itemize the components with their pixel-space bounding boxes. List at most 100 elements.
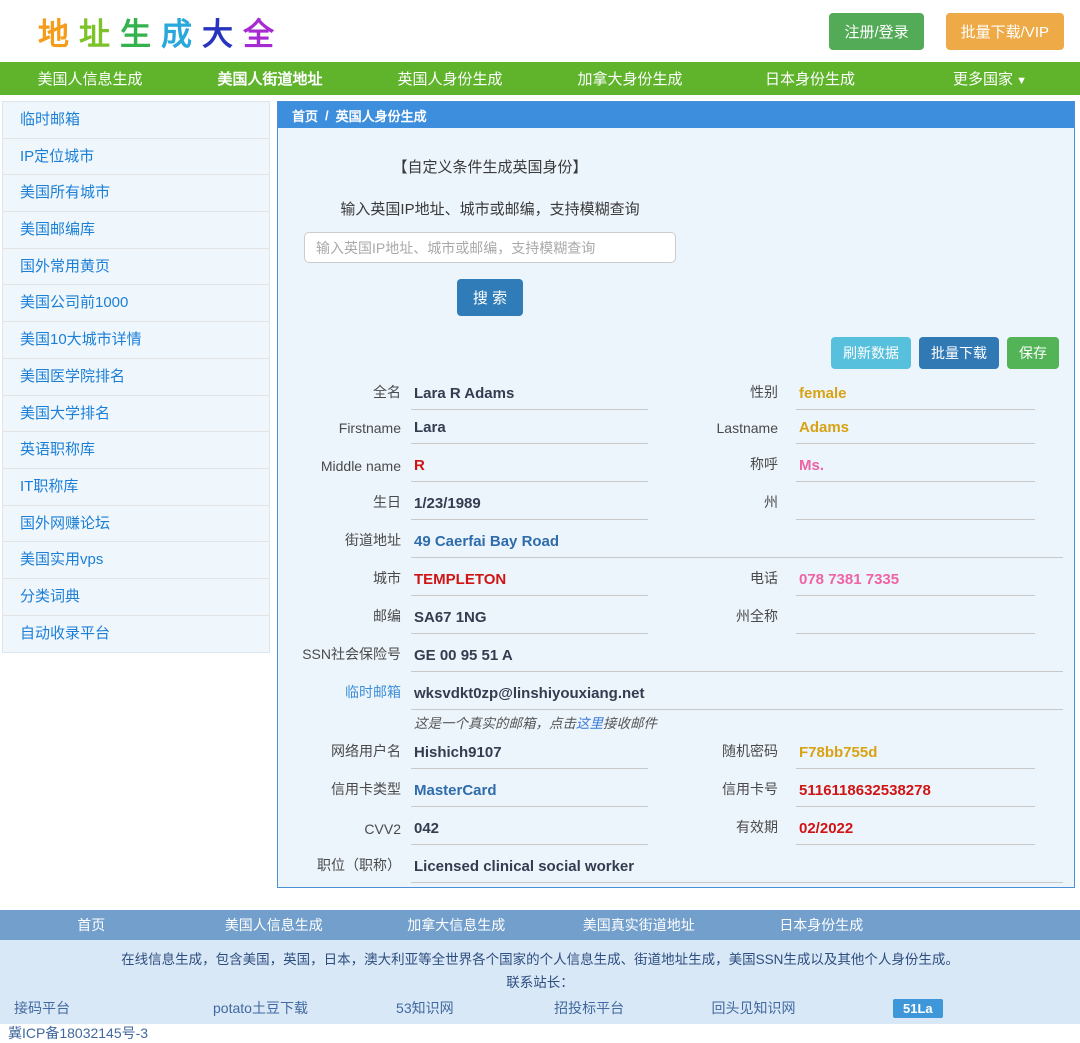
street-address-value: 49 Caerfai Bay Road <box>411 534 1063 558</box>
footer-nav-japan-identity[interactable]: 日本身份生成 <box>730 915 913 935</box>
expiry-value: 02/2022 <box>796 821 1035 845</box>
logo-char: 生 <box>120 17 161 52</box>
job-title-label: 职位（职称） <box>291 855 411 883</box>
nav-item-us-street[interactable]: 美国人街道地址 <box>180 68 360 89</box>
gender-value: female <box>796 386 1035 410</box>
main-nav: 美国人信息生成 美国人街道地址 英国人身份生成 加拿大身份生成 日本身份生成 更… <box>0 62 1080 95</box>
card-type-value: MasterCard <box>411 783 648 807</box>
footer-link-bidding[interactable]: 招投标平台 <box>507 998 671 1018</box>
sidebar-item-it-titles[interactable]: IT职称库 <box>3 469 269 506</box>
sidebar-item-english-titles[interactable]: 英语职称库 <box>3 432 269 469</box>
sidebar-item-top10-cities[interactable]: 美国10大城市详情 <box>3 322 269 359</box>
email-note-text: 接收邮件 <box>603 716 657 731</box>
logo-char: 址 <box>79 17 120 52</box>
search-button[interactable]: 搜 索 <box>457 279 523 316</box>
breadcrumb-separator: / <box>325 108 329 123</box>
sidebar-item-forums[interactable]: 国外网赚论坛 <box>3 506 269 543</box>
breadcrumb: 首页 / 英国人身份生成 <box>278 102 1074 128</box>
cvv2-value: 042 <box>411 821 648 845</box>
batch-download-vip-button[interactable]: 批量下载/VIP <box>946 13 1064 50</box>
footer-nav-home[interactable]: 首页 <box>0 915 183 935</box>
search-title: 【自定义条件生成英国身份】 <box>290 156 690 177</box>
full-name-value: Lara R Adams <box>411 386 648 410</box>
breadcrumb-current: 英国人身份生成 <box>336 106 427 125</box>
footer-link-potato[interactable]: potato土豆下载 <box>178 998 342 1018</box>
refresh-data-button[interactable]: 刷新数据 <box>831 337 911 369</box>
chevron-down-icon: ▼ <box>1016 75 1027 87</box>
footer-links: 接码平台 potato土豆下载 53知识网 招投标平台 回头见知识网 51La <box>0 998 1000 1018</box>
sidebar-item-ip-city[interactable]: IP定位城市 <box>3 139 269 176</box>
username-value: Hishich9107 <box>411 745 648 769</box>
email-note-here-link[interactable]: 这里 <box>576 716 603 731</box>
sidebar-item-top1000-companies[interactable]: 美国公司前1000 <box>3 285 269 322</box>
footer-nav-canada-info[interactable]: 加拿大信息生成 <box>365 915 548 935</box>
sidebar-item-medical-schools[interactable]: 美国医学院排名 <box>3 359 269 396</box>
form-row: 网络用户名 Hishich9107 随机密码 F78bb755d <box>291 741 1063 769</box>
form-row: 邮编 SA67 1NG 州全称 <box>291 606 1063 634</box>
icp-number: 冀ICP备18032145号-3 <box>0 1018 1080 1043</box>
content-area: 临时邮箱 IP定位城市 美国所有城市 美国邮编库 国外常用黄页 美国公司前100… <box>0 95 1080 888</box>
nav-item-us-info[interactable]: 美国人信息生成 <box>0 68 180 89</box>
sidebar-item-university-ranking[interactable]: 美国大学排名 <box>3 396 269 433</box>
city-value: TEMPLETON <box>411 572 648 596</box>
batch-download-button[interactable]: 批量下载 <box>919 337 999 369</box>
nav-more-label: 更多国家 <box>953 71 1013 88</box>
sidebar: 临时邮箱 IP定位城市 美国所有城市 美国邮编库 国外常用黄页 美国公司前100… <box>2 101 270 653</box>
form-row: CVV2 042 有效期 02/2022 <box>291 817 1063 845</box>
form-row: 街道地址 49 Caerfai Bay Road <box>291 530 1063 558</box>
nav-item-japan-identity[interactable]: 日本身份生成 <box>720 68 900 89</box>
salutation-label: 称呼 <box>648 454 796 482</box>
sidebar-item-us-vps[interactable]: 美国实用vps <box>3 542 269 579</box>
sidebar-item-us-cities[interactable]: 美国所有城市 <box>3 175 269 212</box>
footer-link-sms-platform[interactable]: 接码平台 <box>0 998 178 1018</box>
logo-char: 成 <box>161 17 202 52</box>
logo-char: 地 <box>38 17 79 52</box>
form-row: Firstname Lara Lastname Adams <box>291 420 1063 444</box>
phone-label: 电话 <box>648 568 796 596</box>
nav-item-more-countries[interactable]: 更多国家▼ <box>900 68 1080 89</box>
card-number-value: 5116118632538278 <box>796 783 1035 807</box>
expiry-label: 有效期 <box>648 817 796 845</box>
zipcode-label: 邮编 <box>291 606 411 634</box>
password-label: 随机密码 <box>648 741 796 769</box>
search-subtitle: 输入英国IP地址、城市或邮编，支持模糊查询 <box>290 198 690 219</box>
form-row: 信用卡类型 MasterCard 信用卡号 5116118632538278 <box>291 779 1063 807</box>
sidebar-item-temp-email[interactable]: 临时邮箱 <box>3 102 269 139</box>
save-button[interactable]: 保存 <box>1007 337 1059 369</box>
sidebar-item-auto-index[interactable]: 自动收录平台 <box>3 616 269 653</box>
sidebar-item-us-zipcodes[interactable]: 美国邮编库 <box>3 212 269 249</box>
form-row: 职位（职称） Licensed clinical social worker <box>291 855 1063 883</box>
state-fullname-value <box>796 610 1035 634</box>
footer: 在线信息生成，包含美国，英国，日本，澳大利亚等全世界各个国家的个人信息生成、街道… <box>0 940 1080 1024</box>
gender-label: 性别 <box>648 382 796 410</box>
birthday-value: 1/23/1989 <box>411 496 648 520</box>
51la-badge[interactable]: 51La <box>893 999 943 1018</box>
breadcrumb-home-link[interactable]: 首页 <box>292 106 318 125</box>
card-number-label: 信用卡号 <box>648 779 796 807</box>
nav-item-uk-identity[interactable]: 英国人身份生成 <box>360 68 540 89</box>
form-row: 城市 TEMPLETON 电话 078 7381 7335 <box>291 568 1063 596</box>
result-actions: 刷新数据 批量下载 保存 <box>278 316 1074 369</box>
identity-form: 全名 Lara R Adams 性别 female Firstname Lara… <box>291 382 1063 888</box>
footer-51la-badge-wrap: 51La <box>836 999 1000 1018</box>
register-login-button[interactable]: 注册/登录 <box>829 13 923 50</box>
lastname-label: Lastname <box>648 420 796 444</box>
nav-item-canada-identity[interactable]: 加拿大身份生成 <box>540 68 720 89</box>
state-label: 州 <box>648 492 796 520</box>
footer-nav-us-info[interactable]: 美国人信息生成 <box>183 915 366 935</box>
job-title-value: Licensed clinical social worker <box>411 859 1063 883</box>
temp-email-link[interactable]: 临时邮箱 <box>291 682 411 710</box>
full-name-label: 全名 <box>291 382 411 410</box>
sidebar-item-yellow-pages[interactable]: 国外常用黄页 <box>3 249 269 286</box>
password-value: F78bb755d <box>796 745 1035 769</box>
footer-link-53zhishi[interactable]: 53知识网 <box>343 998 507 1018</box>
footer-nav-us-street[interactable]: 美国真实街道地址 <box>548 915 731 935</box>
phone-value: 078 7381 7335 <box>796 572 1035 596</box>
card-type-label: 信用卡类型 <box>291 779 411 807</box>
footer-link-huitoujian[interactable]: 回头见知识网 <box>671 998 835 1018</box>
sidebar-item-dictionary[interactable]: 分类词典 <box>3 579 269 616</box>
search-input[interactable] <box>304 232 676 263</box>
form-row: SSN社会保险号 GE 00 95 51 A <box>291 644 1063 672</box>
firstname-label: Firstname <box>291 420 411 444</box>
site-logo[interactable]: 地址生成大全 <box>38 9 284 54</box>
